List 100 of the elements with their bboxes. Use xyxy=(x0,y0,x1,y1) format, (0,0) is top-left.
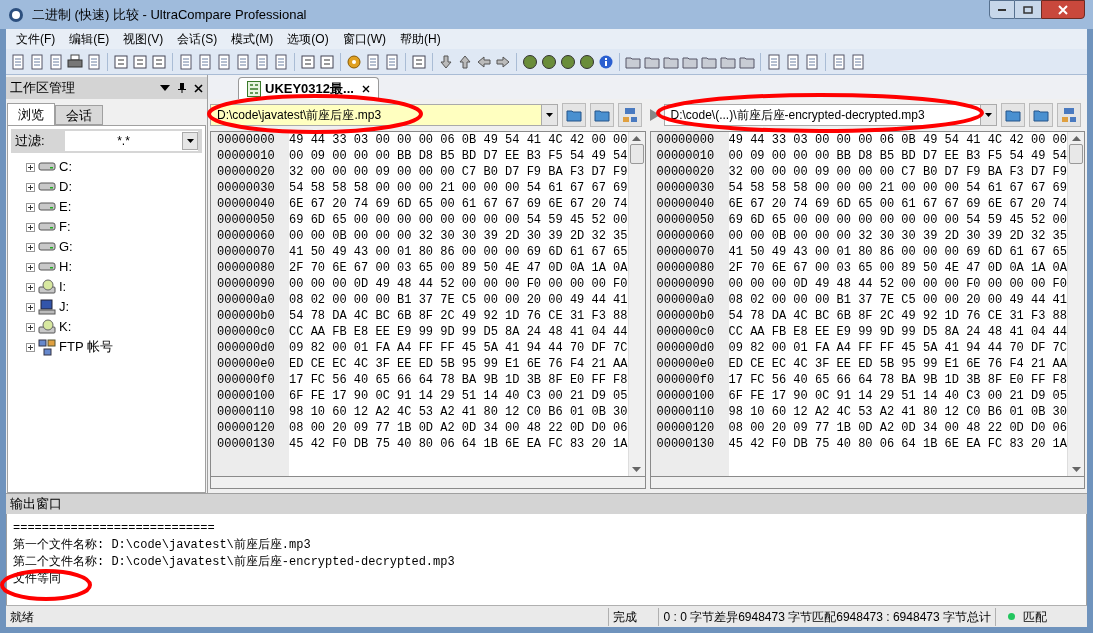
document-icon[interactable] xyxy=(804,53,820,70)
document-icon[interactable] xyxy=(178,53,194,70)
arrow-up-icon[interactable] xyxy=(457,53,473,70)
folder-open-icon[interactable] xyxy=(561,103,586,127)
folder-open-icon[interactable] xyxy=(1001,103,1025,127)
hex-offset: 00000030 xyxy=(655,180,716,197)
square-icon[interactable] xyxy=(300,53,316,70)
hex-bytes: 69 6D 65 00 00 00 00 00 00 00 00 54 59 45 52 00 xyxy=(288,212,628,229)
scroll-down-icon[interactable] xyxy=(1071,467,1081,472)
hex-offset: 000000f0 xyxy=(655,372,716,389)
hex-bytes: 00 09 00 00 00 BB D8 B5 BD D7 EE B3 F5 54 49 54 xyxy=(288,148,628,165)
tree-item[interactable]: E: xyxy=(59,197,72,217)
document-icon[interactable] xyxy=(273,53,289,70)
document-icon[interactable] xyxy=(850,53,866,70)
document-icon[interactable] xyxy=(831,53,847,70)
square-icon[interactable] xyxy=(151,53,167,70)
square-icon[interactable] xyxy=(319,53,335,70)
document-icon[interactable] xyxy=(384,53,400,70)
scrollbar[interactable] xyxy=(649,477,1085,489)
document-icon[interactable] xyxy=(235,53,251,70)
menu-item[interactable]: 帮助(H) xyxy=(394,30,447,48)
scroll-thumb[interactable] xyxy=(1069,144,1083,164)
document-icon[interactable] xyxy=(785,53,801,70)
hex-bytes: 54 78 DA 4C BC 6B 8F 2C 49 92 1D 76 CE 31 F3 88 xyxy=(727,308,1067,325)
tree-item[interactable]: G: xyxy=(59,237,73,257)
expand-icon[interactable] xyxy=(26,282,35,292)
round-icon[interactable] xyxy=(579,53,595,70)
round-icon[interactable] xyxy=(560,53,576,70)
square-icon[interactable] xyxy=(411,53,427,70)
pin-icon[interactable] xyxy=(178,83,186,93)
document-icon[interactable] xyxy=(216,53,232,70)
document-icon[interactable] xyxy=(365,53,381,70)
arrow-right-icon[interactable] xyxy=(495,53,511,70)
minimize-button[interactable] xyxy=(989,0,1015,19)
expand-icon[interactable] xyxy=(26,302,35,312)
hex-bytes: 32 00 00 00 09 00 00 00 C7 B0 D7 F9 BA F3 D7 F9 xyxy=(727,164,1067,181)
dropdown-icon[interactable] xyxy=(160,85,170,91)
dropdown-icon[interactable] xyxy=(186,139,194,143)
round-icon[interactable] xyxy=(522,53,538,70)
gear-icon[interactable] xyxy=(346,53,362,70)
document-icon[interactable] xyxy=(254,53,270,70)
menu-item[interactable]: 文件(F) xyxy=(10,30,62,48)
scroll-thumb[interactable] xyxy=(629,144,644,164)
expand-icon[interactable] xyxy=(26,262,35,272)
menu-item[interactable]: 视图(V) xyxy=(117,30,170,48)
disc-drive-icon xyxy=(38,278,56,296)
network-icon[interactable] xyxy=(1057,103,1081,127)
tree-item[interactable]: F: xyxy=(59,217,71,237)
tree-item[interactable]: H: xyxy=(59,257,72,277)
document-icon[interactable] xyxy=(29,53,45,70)
square-icon[interactable] xyxy=(132,53,148,70)
square-icon[interactable] xyxy=(113,53,129,70)
document-icon[interactable] xyxy=(766,53,782,70)
printer-icon[interactable] xyxy=(67,53,83,70)
expand-icon[interactable] xyxy=(26,182,35,192)
close-button[interactable] xyxy=(1041,0,1085,19)
expand-icon[interactable] xyxy=(26,202,35,212)
dropdown-icon[interactable] xyxy=(545,113,553,117)
menu-item[interactable]: 窗口(W) xyxy=(336,30,392,48)
dropdown-icon[interactable] xyxy=(985,113,992,117)
close-icon[interactable] xyxy=(194,83,203,93)
scroll-up-icon[interactable] xyxy=(1071,136,1081,141)
menu-item[interactable]: 选项(O) xyxy=(281,30,335,48)
expand-icon[interactable] xyxy=(26,242,35,252)
hex-bytes: CC AA FB E8 EE E9 99 9D 99 D5 8A 24 48 41 04 44 xyxy=(727,324,1067,341)
tree-item[interactable]: I: xyxy=(59,277,67,297)
sidebar-tab[interactable]: 会话 xyxy=(55,105,103,125)
filter-field[interactable]: *.* xyxy=(65,131,198,151)
round-icon[interactable] xyxy=(541,53,557,70)
info-icon[interactable] xyxy=(598,53,614,70)
tree-item[interactable]: FTP 帐号 xyxy=(59,337,113,357)
path-field[interactable]: D:\code\(...)\前座后座-encrypted-decrypted.mp3 xyxy=(663,104,997,126)
network-icon[interactable] xyxy=(617,103,642,127)
menu-item[interactable]: 会话(S) xyxy=(171,30,224,48)
arrow-left-icon[interactable] xyxy=(476,53,492,70)
path-field[interactable]: D:\code\javatest\前座后座.mp3 xyxy=(210,104,558,126)
tree-item[interactable]: J: xyxy=(59,297,70,317)
expand-icon[interactable] xyxy=(26,222,35,232)
close-icon[interactable] xyxy=(361,84,370,93)
tree-item[interactable]: K: xyxy=(59,317,72,337)
hex-offset: 000000e0 xyxy=(216,356,276,373)
expand-icon[interactable] xyxy=(26,322,35,332)
output-line: 第一个文件名称: D:\code\javatest\前座后座.mp3 xyxy=(12,537,312,554)
sidebar-tab[interactable]: 浏览 xyxy=(7,103,55,125)
scroll-up-icon[interactable] xyxy=(632,136,641,141)
menu-item[interactable]: 模式(M) xyxy=(225,30,280,48)
hex-offset: 00000100 xyxy=(216,388,276,405)
scrollbar[interactable] xyxy=(210,477,646,489)
document-icon[interactable] xyxy=(10,53,26,70)
tree-item[interactable]: D: xyxy=(59,177,72,197)
arrow-down-icon[interactable] xyxy=(438,53,454,70)
maximize-button[interactable] xyxy=(1015,0,1041,19)
hex-bytes: 00 00 00 0D 49 48 44 52 00 00 00 F0 00 00 00 F0 xyxy=(727,276,1067,293)
tree-item[interactable]: C: xyxy=(59,157,72,177)
expand-icon[interactable] xyxy=(26,162,35,172)
hex-offset: 00000110 xyxy=(655,404,716,421)
expand-icon[interactable] xyxy=(26,342,35,352)
menu-item[interactable]: 编辑(E) xyxy=(63,30,116,48)
document-icon[interactable] xyxy=(197,53,213,70)
scroll-down-icon[interactable] xyxy=(632,467,641,472)
